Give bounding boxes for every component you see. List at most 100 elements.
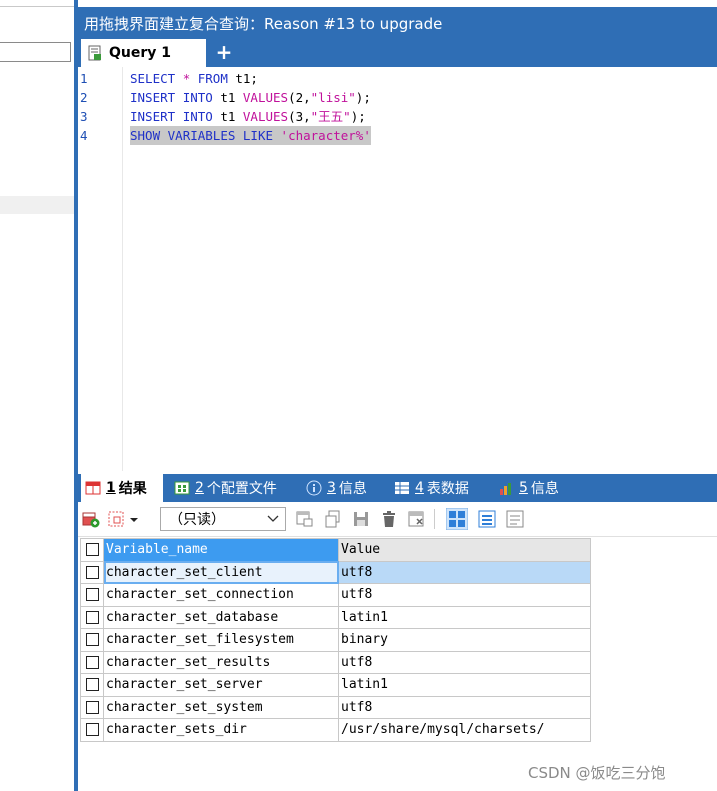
cell-variable-name[interactable]: character_set_database [103, 605, 339, 629]
result-tab-label: 个配置文件 [206, 481, 277, 497]
text-view-icon[interactable] [506, 510, 524, 528]
form-view-icon[interactable] [478, 510, 496, 528]
duplicate-row-icon[interactable] [296, 510, 314, 528]
cell-value[interactable]: utf8 [338, 560, 591, 584]
grid-view-icon[interactable] [446, 508, 468, 530]
result-tab-2[interactable]: 2 个配置文件 [170, 474, 284, 502]
profile-icon [174, 481, 190, 495]
code-token: ); [350, 109, 366, 124]
table-row[interactable]: character_set_server latin1 [80, 673, 591, 697]
export-dropdown-icon[interactable] [128, 510, 140, 528]
sql-editor[interactable]: 1 SELECT * FROM t1; 2 INSERT INTO t1 VALUES… [78, 67, 717, 471]
row-checkbox[interactable] [80, 673, 104, 697]
code-token: SELECT [130, 71, 176, 86]
cell-variable-name[interactable]: character_sets_dir [103, 718, 339, 742]
cell-variable-name[interactable]: character_set_system [103, 695, 339, 719]
checkbox-box [85, 700, 99, 714]
readonly-select-value: （只读） [169, 512, 225, 528]
select-all-checkbox[interactable] [80, 538, 104, 562]
delete-icon[interactable] [380, 510, 398, 528]
result-tab-number: 1 [106, 480, 116, 496]
column-header-variable-name[interactable]: Variable_name [103, 538, 339, 562]
object-filter-input[interactable] [0, 42, 71, 62]
result-tab-5[interactable]: 5 信息 [494, 474, 574, 502]
code-text: INSERT INTO t1 VALUES(2,"lisi"); [130, 88, 371, 107]
code-token: "lisi" [310, 90, 356, 105]
result-grid: Variable_name Value character_set_client… [80, 538, 591, 742]
cell-value[interactable]: utf8 [338, 695, 591, 719]
cancel-changes-icon[interactable] [408, 510, 426, 528]
cell-variable-name[interactable]: character_set_server [103, 673, 339, 697]
object-browser-panel [0, 0, 74, 791]
code-line[interactable]: 1 SELECT * FROM t1; [78, 69, 717, 88]
table-row[interactable]: character_set_client utf8 [80, 560, 591, 584]
query-tab-strip: Query 1 + [78, 37, 717, 67]
code-token: t1 [212, 90, 243, 105]
grid-header-row: Variable_name Value [80, 538, 591, 562]
table-data-icon [395, 482, 409, 494]
cell-variable-name[interactable]: character_set_results [103, 650, 339, 674]
result-toolbar: （只读） [78, 502, 717, 537]
result-tab-1[interactable]: 1 结果 [81, 474, 163, 502]
code-token: t1; [227, 71, 258, 86]
export-icon[interactable] [108, 510, 126, 528]
checkbox-box [85, 610, 99, 624]
table-row[interactable]: character_set_system utf8 [80, 695, 591, 719]
checkbox-box [85, 633, 99, 647]
line-number: 4 [80, 128, 88, 143]
row-checkbox[interactable] [80, 650, 104, 674]
line-number: 3 [80, 109, 88, 124]
cell-variable-name[interactable]: character_set_filesystem [103, 628, 339, 652]
tab-query-1[interactable]: Query 1 [81, 39, 206, 67]
code-token: FROM [197, 71, 228, 86]
table-row[interactable]: character_set_database latin1 [80, 605, 591, 629]
cell-value[interactable]: latin1 [338, 673, 591, 697]
add-row-icon[interactable] [82, 510, 100, 528]
result-tab-number: 2 [195, 480, 204, 496]
result-tab-number: 4 [415, 480, 424, 496]
table-row[interactable]: character_set_connection utf8 [80, 583, 591, 607]
cell-value[interactable]: utf8 [338, 583, 591, 607]
code-token: VALUES [242, 109, 289, 124]
upgrade-banner[interactable]: 用拖拽界面建立复合查询：Reason #13 to upgrade [78, 7, 717, 37]
table-row[interactable]: character_sets_dir/usr/share/mysql/chars… [80, 718, 591, 742]
column-header-value[interactable]: Value [338, 538, 591, 562]
cell-value[interactable]: binary [338, 628, 591, 652]
code-token: INSERT [130, 109, 176, 124]
row-checkbox[interactable] [80, 560, 104, 584]
row-checkbox[interactable] [80, 628, 104, 652]
cell-value[interactable]: utf8 [338, 650, 591, 674]
row-checkbox[interactable] [80, 583, 104, 607]
object-browser-selected-row[interactable] [0, 196, 74, 214]
cell-variable-name[interactable]: character_set_connection [103, 583, 339, 607]
code-line[interactable]: 3 INSERT INTO t1 VALUES(3,"王五"); [78, 107, 717, 126]
row-checkbox[interactable] [80, 718, 104, 742]
readonly-select[interactable]: （只读） [160, 507, 286, 531]
checkbox-box [85, 678, 99, 692]
code-token: t1 [212, 109, 243, 124]
code-line[interactable]: 2 INSERT INTO t1 VALUES(2,"lisi"); [78, 88, 717, 107]
code-token: 'character%' [280, 128, 371, 143]
cell-variable-name[interactable]: character_set_client [103, 560, 339, 584]
result-tab-3[interactable]: 3 信息 [302, 474, 384, 502]
cell-value[interactable]: latin1 [338, 605, 591, 629]
cell-value[interactable]: /usr/share/mysql/charsets/ [338, 718, 591, 742]
row-checkbox[interactable] [80, 695, 104, 719]
result-tab-4[interactable]: 4 表数据 [390, 474, 486, 502]
line-number: 1 [80, 71, 88, 86]
table-row[interactable]: character_set_filesystem binary [80, 628, 591, 652]
code-token: INTO [182, 109, 213, 124]
result-tab-label: 表数据 [426, 481, 469, 497]
table-row[interactable]: character_set_results utf8 [80, 650, 591, 674]
copy-row-icon[interactable] [324, 510, 342, 528]
chevron-down-icon [267, 515, 279, 522]
info-icon [306, 480, 322, 496]
save-icon[interactable] [352, 510, 370, 528]
code-line[interactable]: 4 SHOW VARIABLES LIKE 'character%' [78, 126, 717, 145]
row-checkbox[interactable] [80, 605, 104, 629]
new-query-tab-button[interactable]: + [214, 40, 234, 64]
